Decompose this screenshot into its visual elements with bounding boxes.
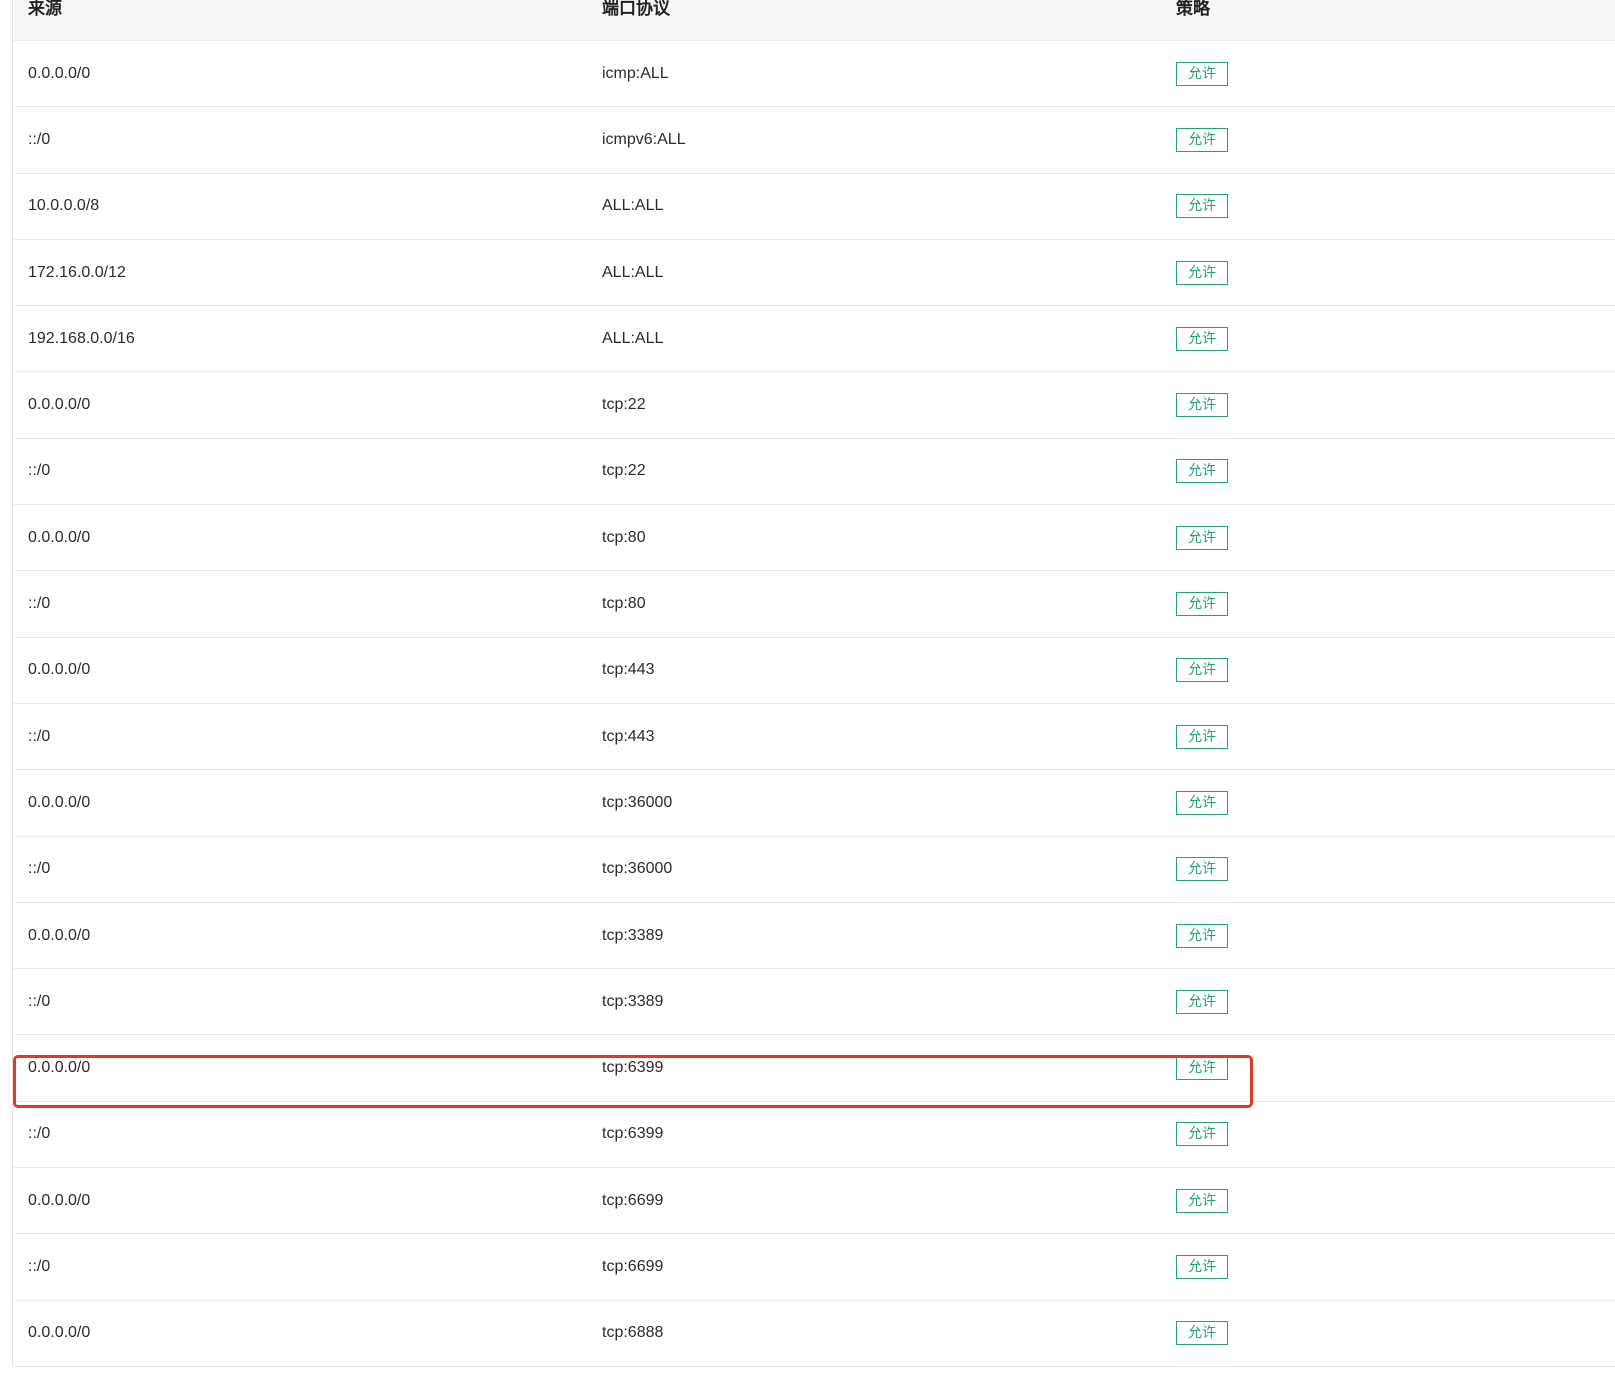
source-cell: ::/0 [28,860,51,878]
table-row: ::/0 tcp:6699 允许 [13,1234,1615,1301]
table-row: ::/0 tcp:36000 允许 [13,837,1615,903]
table-row: 0.0.0.0/0 tcp:80 允许 [13,505,1615,572]
source-cell: 192.168.0.0/16 [28,329,135,347]
policy-allow-badge: 允许 [1176,260,1228,285]
policy-allow-badge: 允许 [1176,1321,1228,1346]
source-cell: 0.0.0.0/0 [28,793,91,811]
table-row: 0.0.0.0/0 tcp:3389 允许 [13,903,1615,970]
table-row: ::/0 icmpv6:ALL 允许 [13,107,1615,174]
policy-allow-badge: 允许 [1176,989,1228,1014]
table-row: ::/0 tcp:443 允许 [13,704,1615,771]
port-cell: ALL:ALL [602,329,664,347]
table-row: 10.0.0.0/8 ALL:ALL 允许 [13,174,1615,240]
table-row: ::/0 tcp:6399 允许 [13,1102,1615,1169]
table-row-highlighted: 0.0.0.0/0 tcp:6399 允许 [13,1035,1615,1102]
policy-allow-badge: 允许 [1176,1122,1228,1147]
source-cell: 0.0.0.0/0 [28,926,91,944]
policy-allow-badge: 允许 [1176,459,1228,484]
policy-allow-badge: 允许 [1176,393,1228,418]
policy-allow-badge: 允许 [1176,1188,1228,1213]
port-cell: tcp:36000 [602,860,673,878]
source-cell: 0.0.0.0/0 [28,1059,91,1077]
source-cell: 0.0.0.0/0 [28,661,91,679]
port-cell: ALL:ALL [602,197,664,215]
policy-allow-badge: 允许 [1176,724,1228,749]
table-row: 0.0.0.0/0 tcp:22 允许 [13,372,1615,439]
source-cell: 0.0.0.0/0 [28,396,91,414]
port-cell: tcp:443 [602,727,655,745]
source-cell: ::/0 [28,727,51,745]
policy-allow-badge: 允许 [1176,790,1228,815]
table-row: ::/0 tcp:22 允许 [13,439,1615,506]
security-rules-table: 来源 端口协议 策略 0.0.0.0/0 icmp:ALL 允许 ::/0 ic… [12,0,1615,1367]
port-cell: tcp:6399 [602,1125,664,1143]
port-cell: tcp:443 [602,661,655,679]
source-cell: 10.0.0.0/8 [28,197,100,215]
table-row: 0.0.0.0/0 icmp:ALL 允许 [13,41,1615,108]
table-header: 来源 端口协议 策略 [13,0,1615,41]
port-cell: tcp:6888 [602,1324,664,1342]
policy-allow-badge: 允许 [1176,1056,1228,1081]
table-row: 172.16.0.0/12 ALL:ALL 允许 [13,240,1615,307]
header-policy: 策略 [1176,0,1210,19]
policy-allow-badge: 允许 [1176,127,1228,152]
policy-allow-badge: 允许 [1176,1254,1228,1279]
policy-allow-badge: 允许 [1176,194,1228,219]
table-row: 0.0.0.0/0 tcp:6888 允许 [13,1301,1615,1367]
policy-allow-badge: 允许 [1176,61,1228,86]
header-port-protocol: 端口协议 [602,0,670,19]
source-cell: 0.0.0.0/0 [28,1191,91,1209]
port-cell: tcp:3389 [602,926,664,944]
table-row: ::/0 tcp:80 允许 [13,571,1615,638]
source-cell: ::/0 [28,992,51,1010]
port-cell: icmp:ALL [602,64,669,82]
source-cell: 172.16.0.0/12 [28,263,126,281]
port-cell: tcp:22 [602,396,646,414]
table-row: 192.168.0.0/16 ALL:ALL 允许 [13,306,1615,373]
port-cell: tcp:80 [602,595,646,613]
port-cell: ALL:ALL [602,263,664,281]
table-row: 0.0.0.0/0 tcp:6699 允许 [13,1168,1615,1235]
port-cell: tcp:36000 [602,793,673,811]
port-cell: tcp:22 [602,462,646,480]
port-cell: tcp:6699 [602,1257,664,1275]
policy-allow-badge: 允许 [1176,923,1228,948]
source-cell: 0.0.0.0/0 [28,64,91,82]
table-row: ::/0 tcp:3389 允许 [13,969,1615,1036]
port-cell: icmpv6:ALL [602,130,686,148]
header-source: 来源 [28,0,62,19]
source-cell: ::/0 [28,1257,51,1275]
policy-allow-badge: 允许 [1176,592,1228,617]
port-cell: tcp:80 [602,528,646,546]
policy-allow-badge: 允许 [1176,326,1228,351]
source-cell: 0.0.0.0/0 [28,528,91,546]
port-cell: tcp:3389 [602,992,664,1010]
source-cell: ::/0 [28,1125,51,1143]
source-cell: ::/0 [28,462,51,480]
policy-allow-badge: 允许 [1176,525,1228,550]
port-cell: tcp:6699 [602,1191,664,1209]
table-row: 0.0.0.0/0 tcp:443 允许 [13,638,1615,704]
source-cell: ::/0 [28,595,51,613]
policy-allow-badge: 允许 [1176,658,1228,683]
policy-allow-badge: 允许 [1176,857,1228,882]
source-cell: ::/0 [28,130,51,148]
source-cell: 0.0.0.0/0 [28,1324,91,1342]
table-row: 0.0.0.0/0 tcp:36000 允许 [13,770,1615,837]
port-cell: tcp:6399 [602,1059,664,1077]
